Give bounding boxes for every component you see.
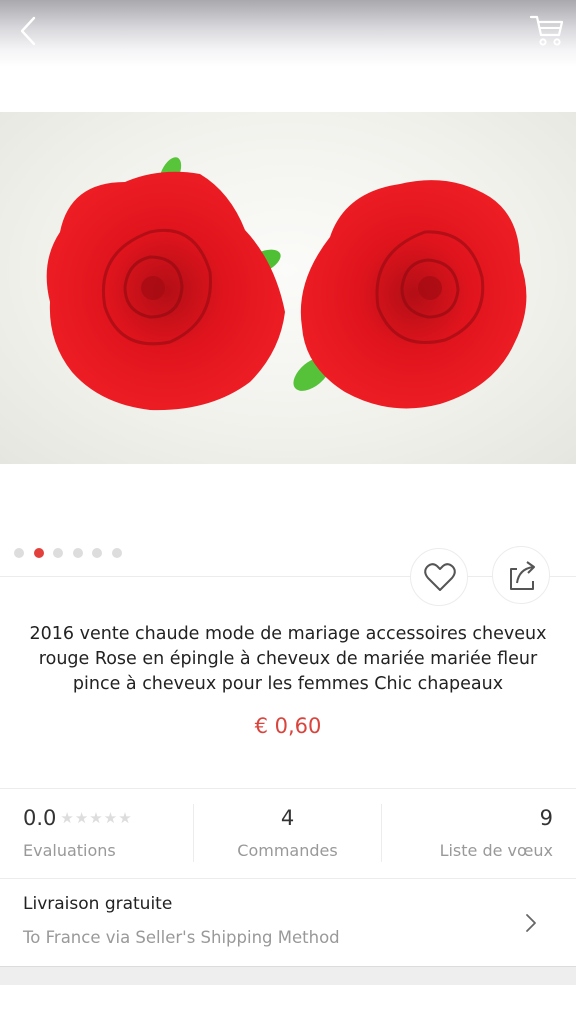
cart-icon[interactable]: [528, 12, 566, 48]
gallery-dot[interactable]: [53, 548, 63, 558]
gallery-dot[interactable]: [14, 548, 24, 558]
top-bar: [0, 0, 576, 112]
wishlist-button[interactable]: [410, 548, 468, 606]
gallery-dot[interactable]: [92, 548, 102, 558]
product-image[interactable]: [0, 112, 576, 464]
wishlist-value: 9: [539, 806, 553, 830]
gallery-dot[interactable]: [72, 548, 83, 558]
rating-stars: ★★★★★: [60, 809, 133, 827]
stats-row: 0.0 ★★★★★ Evaluations 4 Commandes 9 Liste…: [0, 804, 576, 866]
gallery-dot[interactable]: [33, 548, 44, 558]
divider: [0, 576, 576, 577]
product-title: 2016 vente chaude mode de mariage access…: [29, 624, 547, 694]
orders-stat[interactable]: 4 Commandes: [194, 804, 381, 866]
heart-icon: [424, 563, 456, 591]
rating-stat[interactable]: 0.0 ★★★★★ Evaluations: [23, 804, 193, 866]
wishlist-label: Liste de vœux: [439, 841, 553, 860]
shipping-title: Livraison gratuite: [23, 894, 173, 914]
orders-value: 4: [280, 806, 295, 830]
chevron-right-icon: [526, 914, 536, 932]
wishlist-stat[interactable]: 9 Liste de vœux: [382, 804, 553, 866]
divider: [0, 878, 576, 879]
section-separator: [0, 966, 576, 985]
gallery-dot[interactable]: [111, 548, 122, 558]
divider: [0, 788, 576, 789]
chevron-left-icon[interactable]: [14, 14, 46, 48]
shipping-row[interactable]: Livraison gratuite To France via Seller'…: [0, 880, 576, 966]
rating-value: 0.0: [23, 806, 57, 830]
share-icon: [510, 561, 535, 590]
orders-label: Commandes: [237, 841, 338, 860]
red-rose-hair-clips-image: [46, 157, 527, 411]
shipping-subtitle: To France via Seller's Shipping Method: [23, 928, 340, 947]
rating-label: Evaluations: [23, 841, 116, 860]
share-button[interactable]: [492, 546, 550, 604]
product-price: € 0,60: [254, 714, 322, 738]
